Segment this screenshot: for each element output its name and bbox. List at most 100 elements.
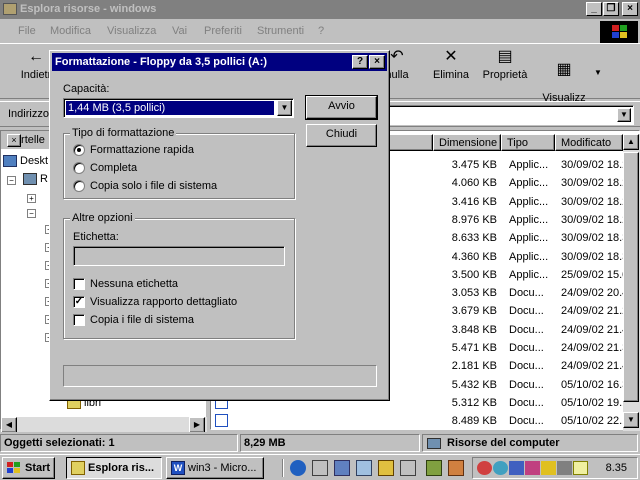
logo-yellow: [620, 32, 627, 38]
other-options-label: Altre opzioni: [70, 212, 135, 224]
explorer-title-bar[interactable]: Esplora risorse - windows _ ❐ ×: [0, 0, 640, 19]
format-type-group: Tipo di formattazione Formattazione rapi…: [63, 127, 295, 199]
desktop-icon[interactable]: [400, 460, 416, 476]
file-modified: 30/09/02 18.3: [561, 232, 629, 245]
word-icon: W: [171, 461, 185, 475]
scroll-up-icon[interactable]: ▲: [623, 134, 639, 150]
file-modified: 24/09/02 21.4: [561, 360, 629, 373]
file-modified: 30/09/02 18.2: [561, 213, 629, 226]
file-type: Applic...: [509, 213, 549, 226]
table-row[interactable]: 8.489 KB Docu... 05/10/02 22.1: [211, 412, 628, 430]
menu-vai[interactable]: Vai: [172, 25, 187, 37]
tree-collapse-icon[interactable]: −: [7, 176, 16, 185]
menu-strumenti[interactable]: Strumenti: [257, 25, 304, 37]
volume-label-caption: Etichetta:: [73, 231, 119, 243]
file-modified: 24/09/02 20.4: [561, 287, 629, 300]
menu-help[interactable]: ?: [318, 25, 324, 37]
chevron-down-icon[interactable]: ▼: [617, 108, 631, 122]
volume-label-input[interactable]: [73, 246, 285, 266]
app-icon[interactable]: [448, 460, 464, 476]
maximize-button[interactable]: ❐: [603, 2, 619, 16]
explorer-title: Esplora risorse - windows: [20, 3, 157, 15]
menu-file[interactable]: File: [18, 25, 36, 37]
scroll-thumb[interactable]: [623, 152, 639, 402]
file-list-vscrollbar[interactable]: ▲ ▼: [623, 134, 640, 431]
status-bar: Oggetti selezionati: 1 8,29 MB Risorse d…: [0, 432, 640, 454]
checkbox-detailed-report[interactable]: ✓ Visualizza rapporto dettagliato: [73, 296, 237, 309]
file-type: Docu...: [509, 378, 544, 391]
network-icon[interactable]: [493, 461, 508, 475]
scroll-left-icon[interactable]: ◀: [1, 417, 17, 433]
channels-icon[interactable]: [334, 460, 350, 476]
radio-quick-format[interactable]: Formattazione rapida: [73, 144, 194, 157]
file-type: Applic...: [509, 232, 549, 245]
computer-icon: [23, 173, 37, 186]
file-size: 5.471 KB: [451, 342, 497, 354]
tray-icon[interactable]: [477, 461, 492, 475]
other-options-group: Altre opzioni Etichetta: Nessuna etichet…: [63, 212, 295, 339]
tree-item-desktop[interactable]: Deskt: [3, 155, 48, 168]
file-size: 4.060 KB: [451, 177, 497, 190]
column-header-size[interactable]: Dimensione: [433, 134, 501, 151]
radio-full-format[interactable]: Completa: [73, 162, 137, 175]
scroll-down-icon[interactable]: ▼: [623, 412, 639, 428]
tree-item-computer[interactable]: R: [23, 173, 48, 186]
close-dialog-button[interactable]: Chiudi: [306, 124, 377, 147]
menu-visualizza[interactable]: Visualizza: [107, 25, 156, 37]
dialog-title-bar[interactable]: Formattazione - Floppy da 3,5 pollici (A…: [52, 53, 387, 71]
close-pane-button[interactable]: ×: [7, 134, 21, 147]
file-type: Applic...: [509, 177, 549, 190]
file-size: 3.416 KB: [451, 195, 497, 208]
column-header-type[interactable]: Tipo: [501, 134, 555, 151]
file-modified: 30/09/02 18.2: [561, 177, 629, 190]
radio-system-files-only[interactable]: Copia solo i file di sistema: [73, 180, 217, 193]
file-type: Applic...: [509, 195, 549, 208]
search-icon[interactable]: [356, 460, 372, 476]
file-modified: 05/10/02 19.1: [561, 396, 629, 409]
file-type: Docu...: [509, 360, 544, 373]
tree-collapse-icon[interactable]: −: [27, 209, 36, 218]
capacity-value: 1,44 MB (3,5 pollici): [66, 101, 274, 115]
menu-bar: File Modifica Visualizza Vai Preferiti S…: [0, 21, 600, 41]
menu-modifica[interactable]: Modifica: [50, 25, 91, 37]
internet-explorer-icon[interactable]: [290, 460, 306, 476]
start-button[interactable]: Start: [2, 457, 55, 479]
file-modified: 24/09/02 21.3: [561, 342, 629, 354]
tray-icon[interactable]: [541, 461, 556, 475]
column-header-modified[interactable]: Modificato: [555, 134, 623, 151]
checkbox-icon: [73, 314, 85, 327]
close-window-button[interactable]: ×: [622, 2, 638, 16]
delete-button[interactable]: ✕ Elimina: [428, 49, 474, 82]
file-modified: 30/09/02 18.3: [561, 250, 629, 263]
tray-icon[interactable]: [525, 461, 540, 475]
dialog-close-button[interactable]: ×: [369, 55, 385, 69]
clock[interactable]: 8.35: [606, 462, 627, 474]
views-dropdown-icon[interactable]: ▼: [594, 68, 602, 77]
checkbox-no-label[interactable]: Nessuna etichetta: [73, 278, 178, 291]
help-button[interactable]: ?: [352, 55, 368, 69]
format-progress-bar: [63, 365, 377, 387]
outlook-icon[interactable]: [312, 460, 328, 476]
taskbar-word[interactable]: W win3 - Micro...: [166, 457, 264, 479]
edit-icon[interactable]: [378, 460, 394, 476]
radio-selected-icon: [73, 144, 85, 157]
file-type: Applic...: [509, 250, 549, 263]
start-format-button[interactable]: Avvio: [305, 95, 378, 120]
folder-pane-hscrollbar[interactable]: ◀ ▶: [1, 417, 207, 433]
system-tray: 8.35: [472, 457, 638, 479]
display-icon[interactable]: [509, 461, 524, 475]
minimize-button[interactable]: _: [586, 2, 602, 16]
speaker-icon[interactable]: [573, 461, 588, 475]
tree-expand-icon[interactable]: +: [27, 194, 36, 203]
app-icon[interactable]: [426, 460, 442, 476]
chevron-down-icon[interactable]: ▼: [277, 100, 292, 116]
file-size: 2.181 KB: [451, 360, 497, 373]
tray-icon[interactable]: [557, 461, 572, 475]
checkbox-copy-system-files[interactable]: Copia i file di sistema: [73, 314, 194, 327]
file-type: Applic...: [509, 159, 549, 171]
capacity-select[interactable]: 1,44 MB (3,5 pollici) ▼: [63, 98, 294, 118]
menu-preferiti[interactable]: Preferiti: [204, 25, 242, 37]
scroll-right-icon[interactable]: ▶: [189, 417, 205, 433]
taskbar-explorer[interactable]: Esplora ris...: [66, 457, 162, 479]
properties-button[interactable]: ▤ Proprietà: [480, 49, 530, 82]
